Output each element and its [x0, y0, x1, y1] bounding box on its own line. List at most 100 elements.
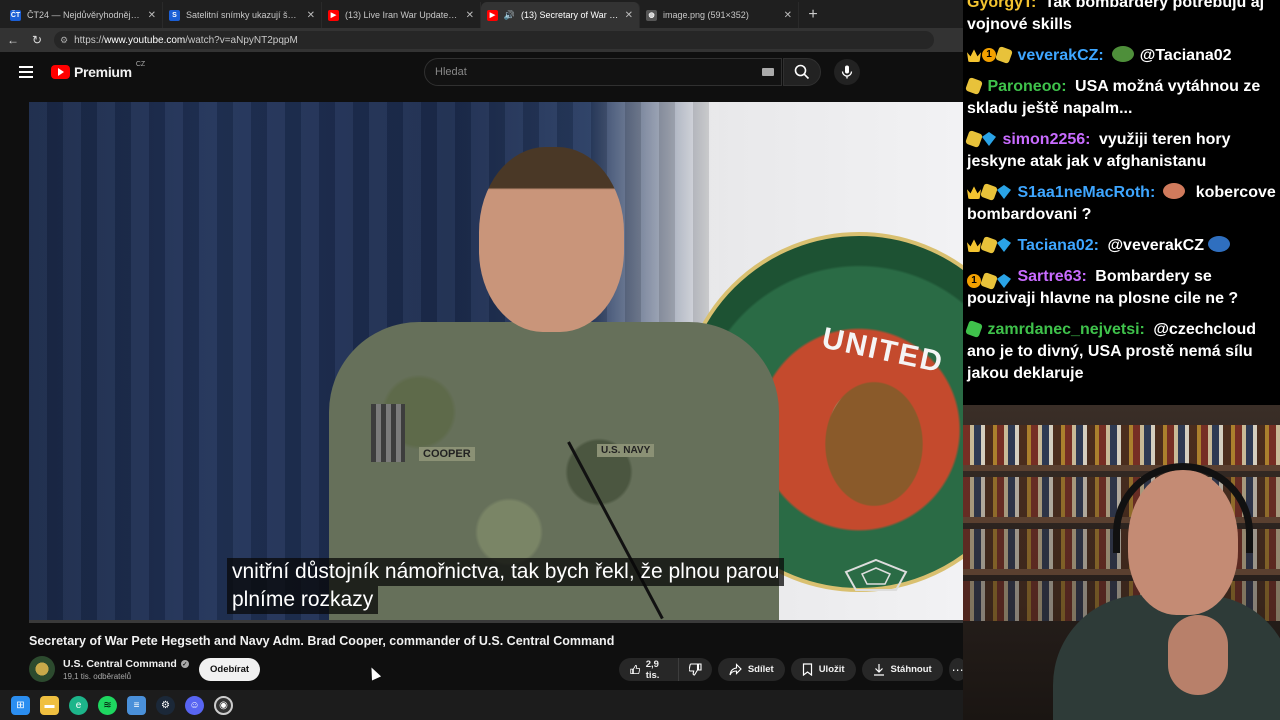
- chat-username: veverakCZ:: [1017, 47, 1104, 64]
- menu-hamburger-icon[interactable]: [19, 66, 33, 78]
- name-tape: COOPER: [419, 447, 475, 461]
- sub-badge-icon: [980, 183, 998, 201]
- share-button[interactable]: Sdílet: [717, 658, 785, 681]
- crown-badge-icon: [967, 239, 981, 252]
- sub-badge-icon: [965, 130, 983, 148]
- microphone-icon: [841, 65, 853, 79]
- edge-browser-icon[interactable]: e: [69, 695, 88, 715]
- chat-username: Taciana02:: [1017, 237, 1099, 254]
- gem-badge-icon: [982, 132, 996, 146]
- chat-username: Paroneoo:: [987, 78, 1067, 95]
- streamer-hand: [1168, 615, 1228, 695]
- close-icon[interactable]: ✕: [625, 10, 633, 21]
- tab-title: (13) Secretary of War Pete He: [521, 10, 619, 20]
- keyboard-icon[interactable]: [762, 68, 774, 76]
- face-emote-icon: [1163, 183, 1186, 199]
- voice-search-button[interactable]: [834, 59, 860, 85]
- browser-tab-1[interactable]: ČT ČT24 — Nejdůvěryhodnější zpravo ✕: [4, 2, 163, 28]
- channel-row: U.S. Central Command ✓ 19,1 tis. odběrat…: [29, 656, 967, 684]
- thumbs-up-icon: [630, 664, 640, 675]
- video-title: Secretary of War Pete Hegseth and Navy A…: [29, 634, 615, 648]
- file-explorer-icon[interactable]: ▬: [40, 695, 59, 715]
- crown-badge-icon: [967, 186, 981, 199]
- globe-icon: ◍: [646, 9, 657, 21]
- close-icon[interactable]: ✕: [784, 10, 792, 21]
- green-badge-icon: [965, 320, 983, 338]
- url-field[interactable]: ⚙ https://www.youtube.com/watch?v=aNpyNT…: [54, 31, 934, 49]
- close-icon[interactable]: ✕: [307, 10, 315, 21]
- download-button[interactable]: Stáhnout: [861, 658, 943, 681]
- chat-message: Taciana02: @veverakCZ: [967, 235, 1276, 257]
- youtube-header: Premium CZ Hledat: [0, 52, 963, 94]
- video-actions: 2,9 tis. Sdílet Uložit Stáhnout ⋯: [619, 658, 967, 681]
- subscribe-button[interactable]: Odebírat: [199, 658, 261, 681]
- discord-icon[interactable]: ☺: [185, 695, 204, 715]
- pentagon-watermark-icon: [844, 558, 908, 591]
- chat-message: simon2256: využiji teren hory jeskyne at…: [965, 129, 1276, 173]
- bookshelf-board: [963, 465, 1280, 471]
- browser-tab-bar: ČT ČT24 — Nejdůvěryhodnější zpravo ✕ S S…: [0, 0, 963, 28]
- steam-icon[interactable]: ⚙: [156, 695, 175, 715]
- chat-message: 1 veverakCZ: @Taciana02: [967, 45, 1276, 67]
- news-icon: S: [169, 9, 180, 21]
- browser-tab-3[interactable]: ▶ (13) Live Iran War Update: Pete He ✕: [322, 2, 481, 28]
- back-arrow-icon[interactable]: ←: [6, 33, 20, 47]
- sub-badge-icon: [995, 46, 1013, 64]
- windows-start-icon[interactable]: ⊞: [11, 695, 30, 715]
- sub-badge-icon: [980, 236, 998, 254]
- chat-message: zamrdanec_nejvetsi: @czechcloud ano je t…: [965, 319, 1276, 385]
- chat-text: @Taciana02: [1139, 47, 1232, 64]
- youtube-play-icon: [51, 65, 70, 79]
- speaker-admiral: COOPER U.S. NAVY: [309, 132, 789, 622]
- channel-avatar[interactable]: [29, 656, 55, 682]
- tab-title: image.png (591×352): [663, 10, 749, 20]
- browser-tab-5[interactable]: ◍ image.png (591×352) ✕: [640, 2, 799, 28]
- thumbs-down-icon: [688, 663, 702, 676]
- video-player[interactable]: UNITED COOPER U.S. NAVY: [29, 102, 963, 622]
- subtitle-line: vnitřní důstojník námořnictva, tak bych …: [227, 558, 785, 586]
- chat-message: GyorgyT: Tak bombardery potřebujú aj voj…: [967, 0, 1276, 36]
- save-button[interactable]: Uložit: [790, 658, 856, 681]
- pepe-emote-icon: [1207, 236, 1230, 252]
- download-icon: [873, 664, 884, 676]
- spotify-icon[interactable]: ≋: [98, 695, 117, 715]
- gem-badge-icon: [997, 238, 1011, 252]
- chat-username: GyorgyT:: [967, 0, 1037, 11]
- youtube-icon: ▶: [487, 9, 498, 21]
- sub-badge-icon: [965, 77, 983, 95]
- tab-title: (13) Live Iran War Update: Pete He: [345, 10, 460, 20]
- speaker-head: [479, 147, 624, 332]
- browser-tab-4-active[interactable]: ▶ 🔊 (13) Secretary of War Pete He ✕: [481, 2, 640, 28]
- notepad-icon[interactable]: ≡: [127, 695, 146, 715]
- dislike-button[interactable]: [677, 658, 712, 681]
- search-input[interactable]: Hledat: [424, 58, 782, 86]
- search-icon: [794, 64, 810, 80]
- obs-icon[interactable]: ◉: [214, 695, 233, 715]
- screen: ČT ČT24 — Nejdůvěryhodnější zpravo ✕ S S…: [0, 0, 1280, 720]
- address-bar-row: ← ↻ ⚙ https://www.youtube.com/watch?v=aN…: [0, 28, 963, 52]
- eagle-emblem: [789, 372, 959, 552]
- browser-tab-2[interactable]: S Satelitní snímky ukazují škody po ú ✕: [163, 2, 322, 28]
- chat-message: Paroneoo: USA možná vytáhnou ze skladu j…: [965, 76, 1276, 120]
- video-progress-bar[interactable]: [29, 620, 963, 623]
- tab-title: ČT24 — Nejdůvěryhodnější zpravo: [27, 10, 142, 20]
- chat-badges: 1: [967, 272, 1011, 290]
- navy-tape: U.S. NAVY: [597, 444, 655, 457]
- close-icon[interactable]: ✕: [148, 10, 156, 21]
- chat-username: S1aa1neMacRoth:: [1017, 184, 1156, 201]
- subscriber-count: 19,1 tis. odběratelů: [63, 672, 132, 681]
- youtube-premium-logo[interactable]: Premium CZ: [51, 61, 145, 80]
- windows-taskbar: ⊞ ▬ e ≋ ≡ ⚙ ☺ ◉: [0, 690, 963, 720]
- youtube-icon: ▶: [328, 9, 339, 21]
- search-button[interactable]: [783, 58, 821, 86]
- reload-icon[interactable]: ↻: [30, 33, 44, 47]
- verified-check-icon: ✓: [180, 660, 189, 668]
- close-icon[interactable]: ✕: [466, 10, 474, 21]
- channel-name[interactable]: U.S. Central Command ✓: [63, 658, 189, 670]
- like-button[interactable]: 2,9 tis.: [619, 658, 678, 681]
- chat-badges: [967, 236, 1011, 254]
- new-tab-button[interactable]: +: [799, 2, 827, 28]
- speaker-icon[interactable]: 🔊: [504, 10, 515, 21]
- site-info-icon[interactable]: ⚙: [60, 35, 68, 46]
- frog-emote-icon: [1111, 46, 1134, 62]
